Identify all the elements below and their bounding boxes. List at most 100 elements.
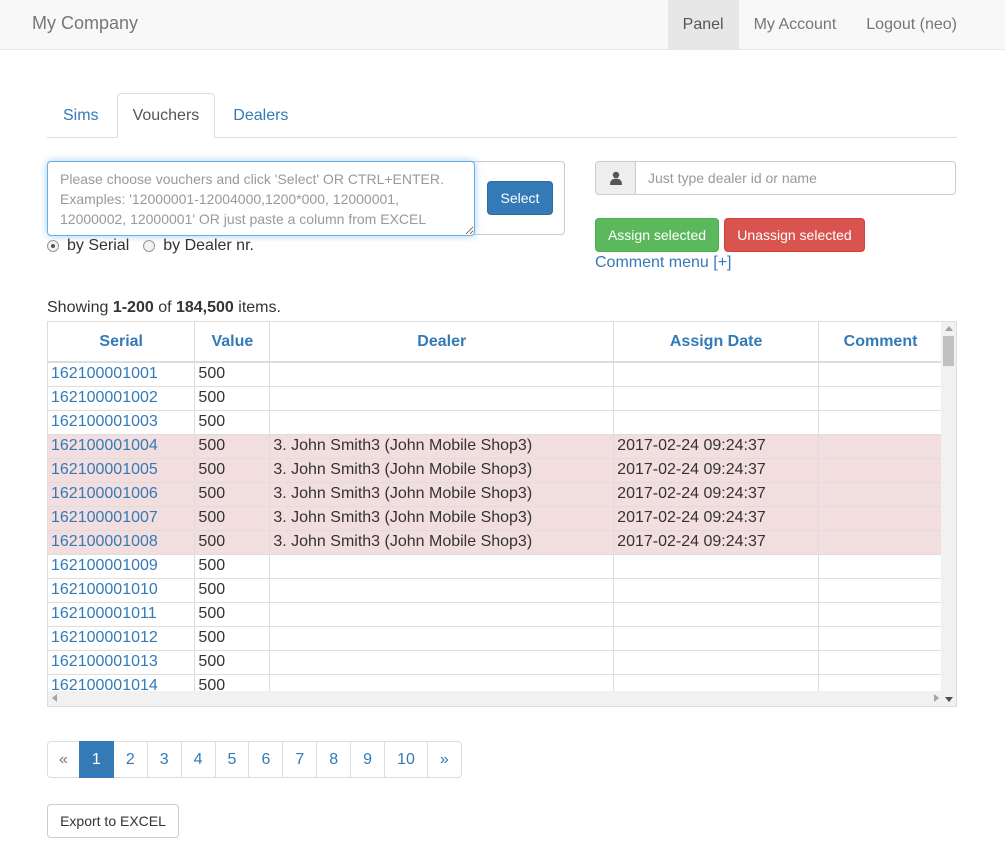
radio-by-dealer[interactable]: by Dealer nr. <box>143 237 254 255</box>
page-prev[interactable]: « <box>47 741 80 778</box>
export-excel-button[interactable]: Export to EXCEL <box>47 804 179 838</box>
page-link[interactable]: 7 <box>282 741 318 778</box>
table-cell-value: 500 <box>194 578 271 603</box>
cell-serial-link[interactable]: 162100001010 <box>51 581 158 598</box>
page-link[interactable]: 4 <box>180 741 216 778</box>
scroll-up-arrow-icon[interactable] <box>945 326 953 331</box>
cell-serial-link[interactable]: 162100001004 <box>51 437 158 454</box>
table-row[interactable]: 162100001003 500 <box>48 410 943 435</box>
header-assign-date[interactable]: Assign Date <box>613 322 820 363</box>
brand-link[interactable]: My Company <box>32 13 138 34</box>
cell-serial-link[interactable]: 162100001007 <box>51 509 158 526</box>
table-cell-date <box>613 410 820 435</box>
navbar: My Company Panel My Account Logout (neo) <box>0 0 1005 50</box>
cell-serial-link[interactable]: 162100001012 <box>51 629 158 646</box>
tab-dealers[interactable]: Dealers <box>217 93 304 138</box>
table-row[interactable]: 162100001012 500 <box>48 626 943 651</box>
table-cell-value: 500 <box>194 410 271 435</box>
page-link[interactable]: 6 <box>248 741 284 778</box>
comment-menu-link[interactable]: Comment menu [+] <box>595 254 732 272</box>
table-cell-comment <box>818 434 943 459</box>
header-comment[interactable]: Comment <box>818 322 943 363</box>
scroll-down-arrow-icon[interactable] <box>945 697 953 702</box>
nav-item-my-account[interactable]: My Account <box>739 0 852 49</box>
table-cell-serial: 162100001008 <box>48 530 196 555</box>
page-link[interactable]: 5 <box>214 741 250 778</box>
cell-serial-link[interactable]: 162100001002 <box>51 389 158 406</box>
table-cell-serial: 162100001007 <box>48 506 196 531</box>
page-link[interactable]: 2 <box>112 741 148 778</box>
cell-serial-link[interactable]: 162100001008 <box>51 533 158 550</box>
header-dealer[interactable]: Dealer <box>269 322 615 363</box>
table-cell-serial: 162100001010 <box>48 578 196 603</box>
table-cell-dealer <box>269 578 615 603</box>
table-row[interactable]: 162100001013 500 <box>48 650 943 675</box>
scroll-thumb[interactable] <box>943 336 954 366</box>
table-row[interactable]: 162100001001 500 <box>48 362 943 387</box>
unassign-selected-button[interactable]: Unassign selected <box>724 218 865 252</box>
table-cell-date <box>613 362 820 387</box>
page-next[interactable]: » <box>426 741 462 778</box>
page-link[interactable]: 10 <box>384 741 428 778</box>
table-cell-comment <box>818 506 943 531</box>
table-row[interactable]: 162100001005 500 3. John Smith3 (John Mobi… <box>48 458 943 483</box>
page-link[interactable]: 9 <box>350 741 386 778</box>
cell-serial-link[interactable]: 162100001006 <box>51 485 158 502</box>
header-value[interactable]: Value <box>194 322 271 363</box>
table-cell-comment <box>818 578 943 603</box>
page-link[interactable]: 1 <box>78 741 114 778</box>
radio-by-serial[interactable]: by Serial <box>47 237 129 255</box>
scroll-right-arrow-icon[interactable] <box>934 694 939 702</box>
vertical-scrollbar[interactable] <box>941 322 956 706</box>
select-button[interactable]: Select <box>487 181 553 215</box>
table-cell-comment <box>818 554 943 579</box>
cell-serial-link[interactable]: 162100001001 <box>51 365 158 382</box>
table-row[interactable]: 162100001010 500 <box>48 578 943 603</box>
table-row[interactable]: 162100001006 500 3. John Smith3 (John Mobi… <box>48 482 943 507</box>
summary-range: 1-200 <box>112 299 154 316</box>
table-row[interactable]: 162100001002 500 <box>48 386 943 411</box>
table-cell-value: 500 <box>194 362 271 387</box>
navbar-menu: Panel My Account Logout (neo) <box>667 0 1005 49</box>
table-cell-date: 2017-02-24 09:24:37 <box>613 434 820 459</box>
table-row[interactable]: 162100001008 500 3. John Smith3 (John Mobi… <box>48 530 943 555</box>
table-cell-date <box>613 626 820 651</box>
voucher-range-input[interactable] <box>47 161 475 236</box>
table-row[interactable]: 162100001009 500 <box>48 554 943 579</box>
table-row[interactable]: 162100001004 500 3. John Smith3 (John Mobi… <box>48 434 943 459</box>
nav-item-panel[interactable]: Panel <box>667 0 739 49</box>
header-serial[interactable]: Serial <box>48 322 196 363</box>
table-row[interactable]: 162100001007 500 3. John Smith3 (John Mobi… <box>48 506 943 531</box>
table-cell-value: 500 <box>194 386 271 411</box>
voucher-selection-panel: Select <box>47 161 565 236</box>
table-cell-serial: 162100001005 <box>48 458 196 483</box>
assign-selected-button[interactable]: Assign selected <box>595 218 719 252</box>
tab-sims[interactable]: Sims <box>47 93 115 138</box>
tab-vouchers[interactable]: Vouchers <box>116 93 216 138</box>
table-cell-dealer <box>269 554 615 579</box>
page-link[interactable]: 3 <box>146 741 182 778</box>
radio-unchecked-icon[interactable] <box>143 240 156 252</box>
table-cell-dealer <box>269 410 615 435</box>
table-cell-serial: 162100001012 <box>48 626 196 651</box>
table-cell-dealer <box>269 362 615 387</box>
cell-serial-link[interactable]: 162100001011 <box>51 605 157 622</box>
scroll-left-arrow-icon[interactable] <box>52 694 57 702</box>
select-mode-radios: by Serial by Dealer nr. <box>47 237 268 255</box>
horizontal-scrollbar[interactable] <box>48 691 943 706</box>
cell-serial-link[interactable]: 162100001005 <box>51 461 158 478</box>
dealer-search-input[interactable] <box>636 161 956 195</box>
radio-by-serial-label: by Serial <box>67 237 130 254</box>
cell-serial-link[interactable]: 162100001013 <box>51 653 158 670</box>
page-link[interactable]: 8 <box>316 741 352 778</box>
nav-item-logout[interactable]: Logout (neo) <box>851 0 1005 49</box>
table-row[interactable]: 162100001011 500 <box>48 602 943 627</box>
radio-checked-icon[interactable] <box>47 240 59 252</box>
table-cell-date <box>613 554 820 579</box>
cell-serial-link[interactable]: 162100001003 <box>51 413 158 430</box>
dealer-search-group <box>595 161 956 195</box>
pagination: «1 2 3 4 5 6 7 8 9 10» <box>47 741 462 778</box>
table-cell-comment <box>818 650 943 675</box>
cell-serial-link[interactable]: 162100001009 <box>51 557 158 574</box>
table-cell-serial: 162100001013 <box>48 650 196 675</box>
